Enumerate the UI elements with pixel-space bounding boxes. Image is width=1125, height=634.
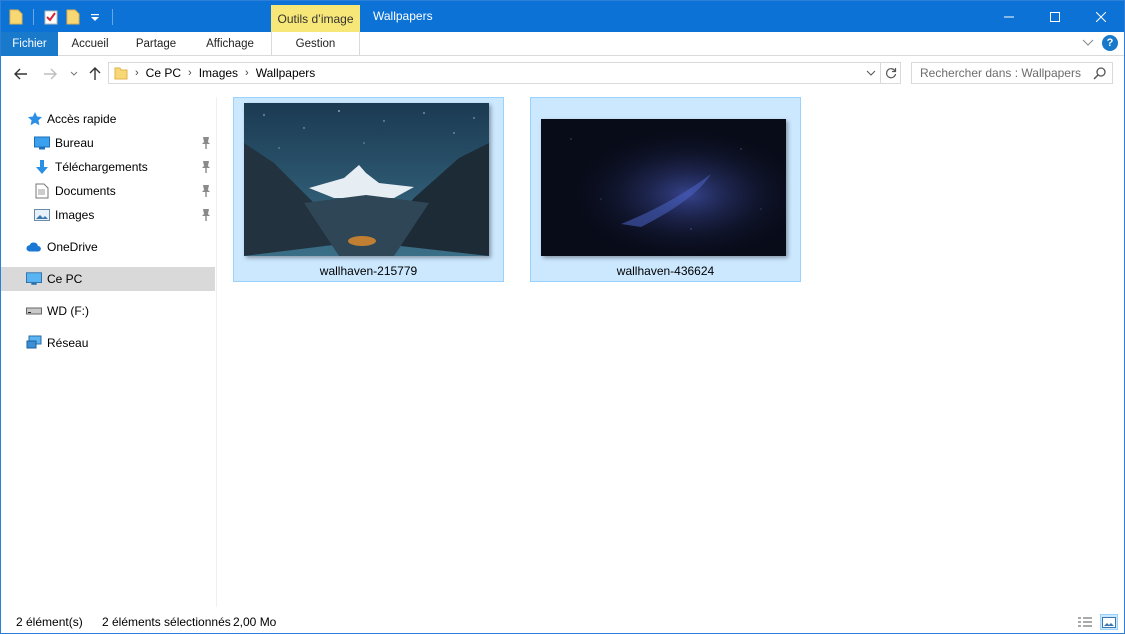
sidebar-item-telechargements[interactable]: Téléchargements [1, 155, 215, 179]
breadcrumb-ce-pc[interactable]: Ce PC [146, 66, 181, 80]
ribbon-tabs: Fichier Accueil Partage Affichage Gestio… [1, 32, 1124, 56]
title-bar: Outils d’image Wallpapers [1, 1, 1124, 32]
ribbon-right-controls: ? [1082, 35, 1118, 51]
documents-icon [34, 183, 50, 199]
image-thumbnail [244, 103, 489, 256]
large-icons-view-icon[interactable] [1100, 614, 1118, 630]
selection-count: 2 éléments sélectionnés [102, 615, 231, 629]
breadcrumb-separator: › [188, 67, 192, 79]
quick-access-toolbar [7, 6, 117, 28]
recent-locations-icon[interactable] [65, 65, 83, 83]
navigation-pane: Accès rapide Bureau Téléchargements Docu… [1, 97, 217, 607]
sidebar-item-label: Ce PC [47, 272, 83, 286]
pin-icon[interactable] [200, 208, 212, 222]
image-thumbnail [541, 119, 786, 256]
sidebar-item-onedrive[interactable]: OneDrive [1, 235, 215, 259]
sidebar-item-label: OneDrive [47, 240, 98, 254]
window-controls [986, 1, 1124, 32]
sidebar-item-label: Bureau [55, 136, 94, 150]
window-title: Wallpapers [373, 9, 433, 23]
drive-icon [26, 303, 42, 319]
breadcrumb-separator: › [245, 67, 249, 79]
desktop-icon [34, 135, 50, 151]
sidebar-item-label: WD (F:) [47, 304, 89, 318]
cloud-icon [26, 239, 42, 255]
download-icon [34, 159, 50, 175]
pin-icon[interactable] [200, 184, 212, 198]
tab-accueil[interactable]: Accueil [58, 32, 122, 56]
details-view-icon[interactable] [1076, 614, 1094, 630]
properties-icon[interactable] [42, 8, 60, 26]
search-input[interactable] [920, 66, 1088, 80]
pictures-icon [34, 207, 50, 223]
context-tab-header: Outils d’image [271, 5, 360, 32]
refresh-icon [885, 68, 896, 79]
pin-icon[interactable] [200, 136, 212, 150]
folder-icon[interactable] [7, 8, 25, 26]
tab-affichage[interactable]: Affichage [190, 32, 270, 56]
new-folder-icon[interactable] [64, 8, 82, 26]
status-bar: 2 élément(s) 2 éléments sélectionnés 2,0… [1, 611, 1124, 633]
sidebar-item-label: Réseau [47, 336, 89, 350]
sidebar-item-acces-rapide[interactable]: Accès rapide [1, 107, 215, 131]
explorer-window: Outils d’image Wallpapers Fichier Accuei… [0, 0, 1125, 634]
forward-arrow-icon[interactable] [41, 65, 59, 83]
pin-icon[interactable] [200, 160, 212, 174]
close-button[interactable] [1078, 1, 1124, 32]
sidebar-item-wd-f[interactable]: WD (F:) [1, 299, 215, 323]
maximize-button[interactable] [1032, 1, 1078, 32]
tab-fichier[interactable]: Fichier [1, 32, 58, 56]
breadcrumb-wallpapers[interactable]: Wallpapers [256, 66, 316, 80]
network-icon [26, 335, 42, 351]
breadcrumb-images[interactable]: Images [199, 66, 238, 80]
qat-separator [33, 9, 34, 25]
tab-gestion[interactable]: Gestion [271, 32, 360, 56]
back-arrow-icon[interactable] [12, 65, 30, 83]
file-item[interactable]: wallhaven-215779 [233, 97, 504, 282]
qat-separator [112, 9, 113, 25]
customize-qat-icon[interactable] [86, 8, 104, 26]
up-arrow-icon[interactable] [86, 65, 104, 83]
computer-icon [26, 271, 42, 287]
sidebar-item-label: Images [55, 208, 95, 222]
sidebar-item-label: Accès rapide [47, 112, 117, 126]
tab-partage[interactable]: Partage [122, 32, 190, 56]
item-count: 2 élément(s) [16, 615, 83, 629]
folder-icon [114, 66, 128, 80]
expand-ribbon-icon[interactable] [1082, 36, 1094, 50]
file-name: wallhaven-215779 [319, 264, 418, 278]
star-icon [27, 111, 43, 127]
search-icon[interactable] [1093, 66, 1107, 83]
sidebar-item-bureau[interactable]: Bureau [1, 131, 215, 155]
address-bar[interactable]: › Ce PC › Images › Wallpapers [108, 62, 881, 84]
minimize-button[interactable] [986, 1, 1032, 32]
search-box[interactable] [911, 62, 1113, 84]
sidebar-item-reseau[interactable]: Réseau [1, 331, 215, 355]
sidebar-item-documents[interactable]: Documents [1, 179, 215, 203]
breadcrumb-separator: › [135, 67, 139, 79]
view-switcher [1076, 614, 1118, 630]
selection-size: 2,00 Mo [233, 615, 277, 629]
refresh-button[interactable] [881, 62, 901, 84]
file-name: wallhaven-436624 [616, 264, 715, 278]
file-list: wallhaven-215779 wallhaven-436624 [218, 91, 1124, 607]
chevron-down-icon[interactable] [866, 66, 876, 83]
sidebar-item-label: Documents [55, 184, 116, 198]
help-button[interactable]: ? [1102, 35, 1118, 51]
file-item[interactable]: wallhaven-436624 [530, 97, 801, 282]
sidebar-item-ce-pc[interactable]: Ce PC [1, 267, 215, 291]
sidebar-item-images[interactable]: Images [1, 203, 215, 227]
sidebar-item-label: Téléchargements [55, 160, 148, 174]
